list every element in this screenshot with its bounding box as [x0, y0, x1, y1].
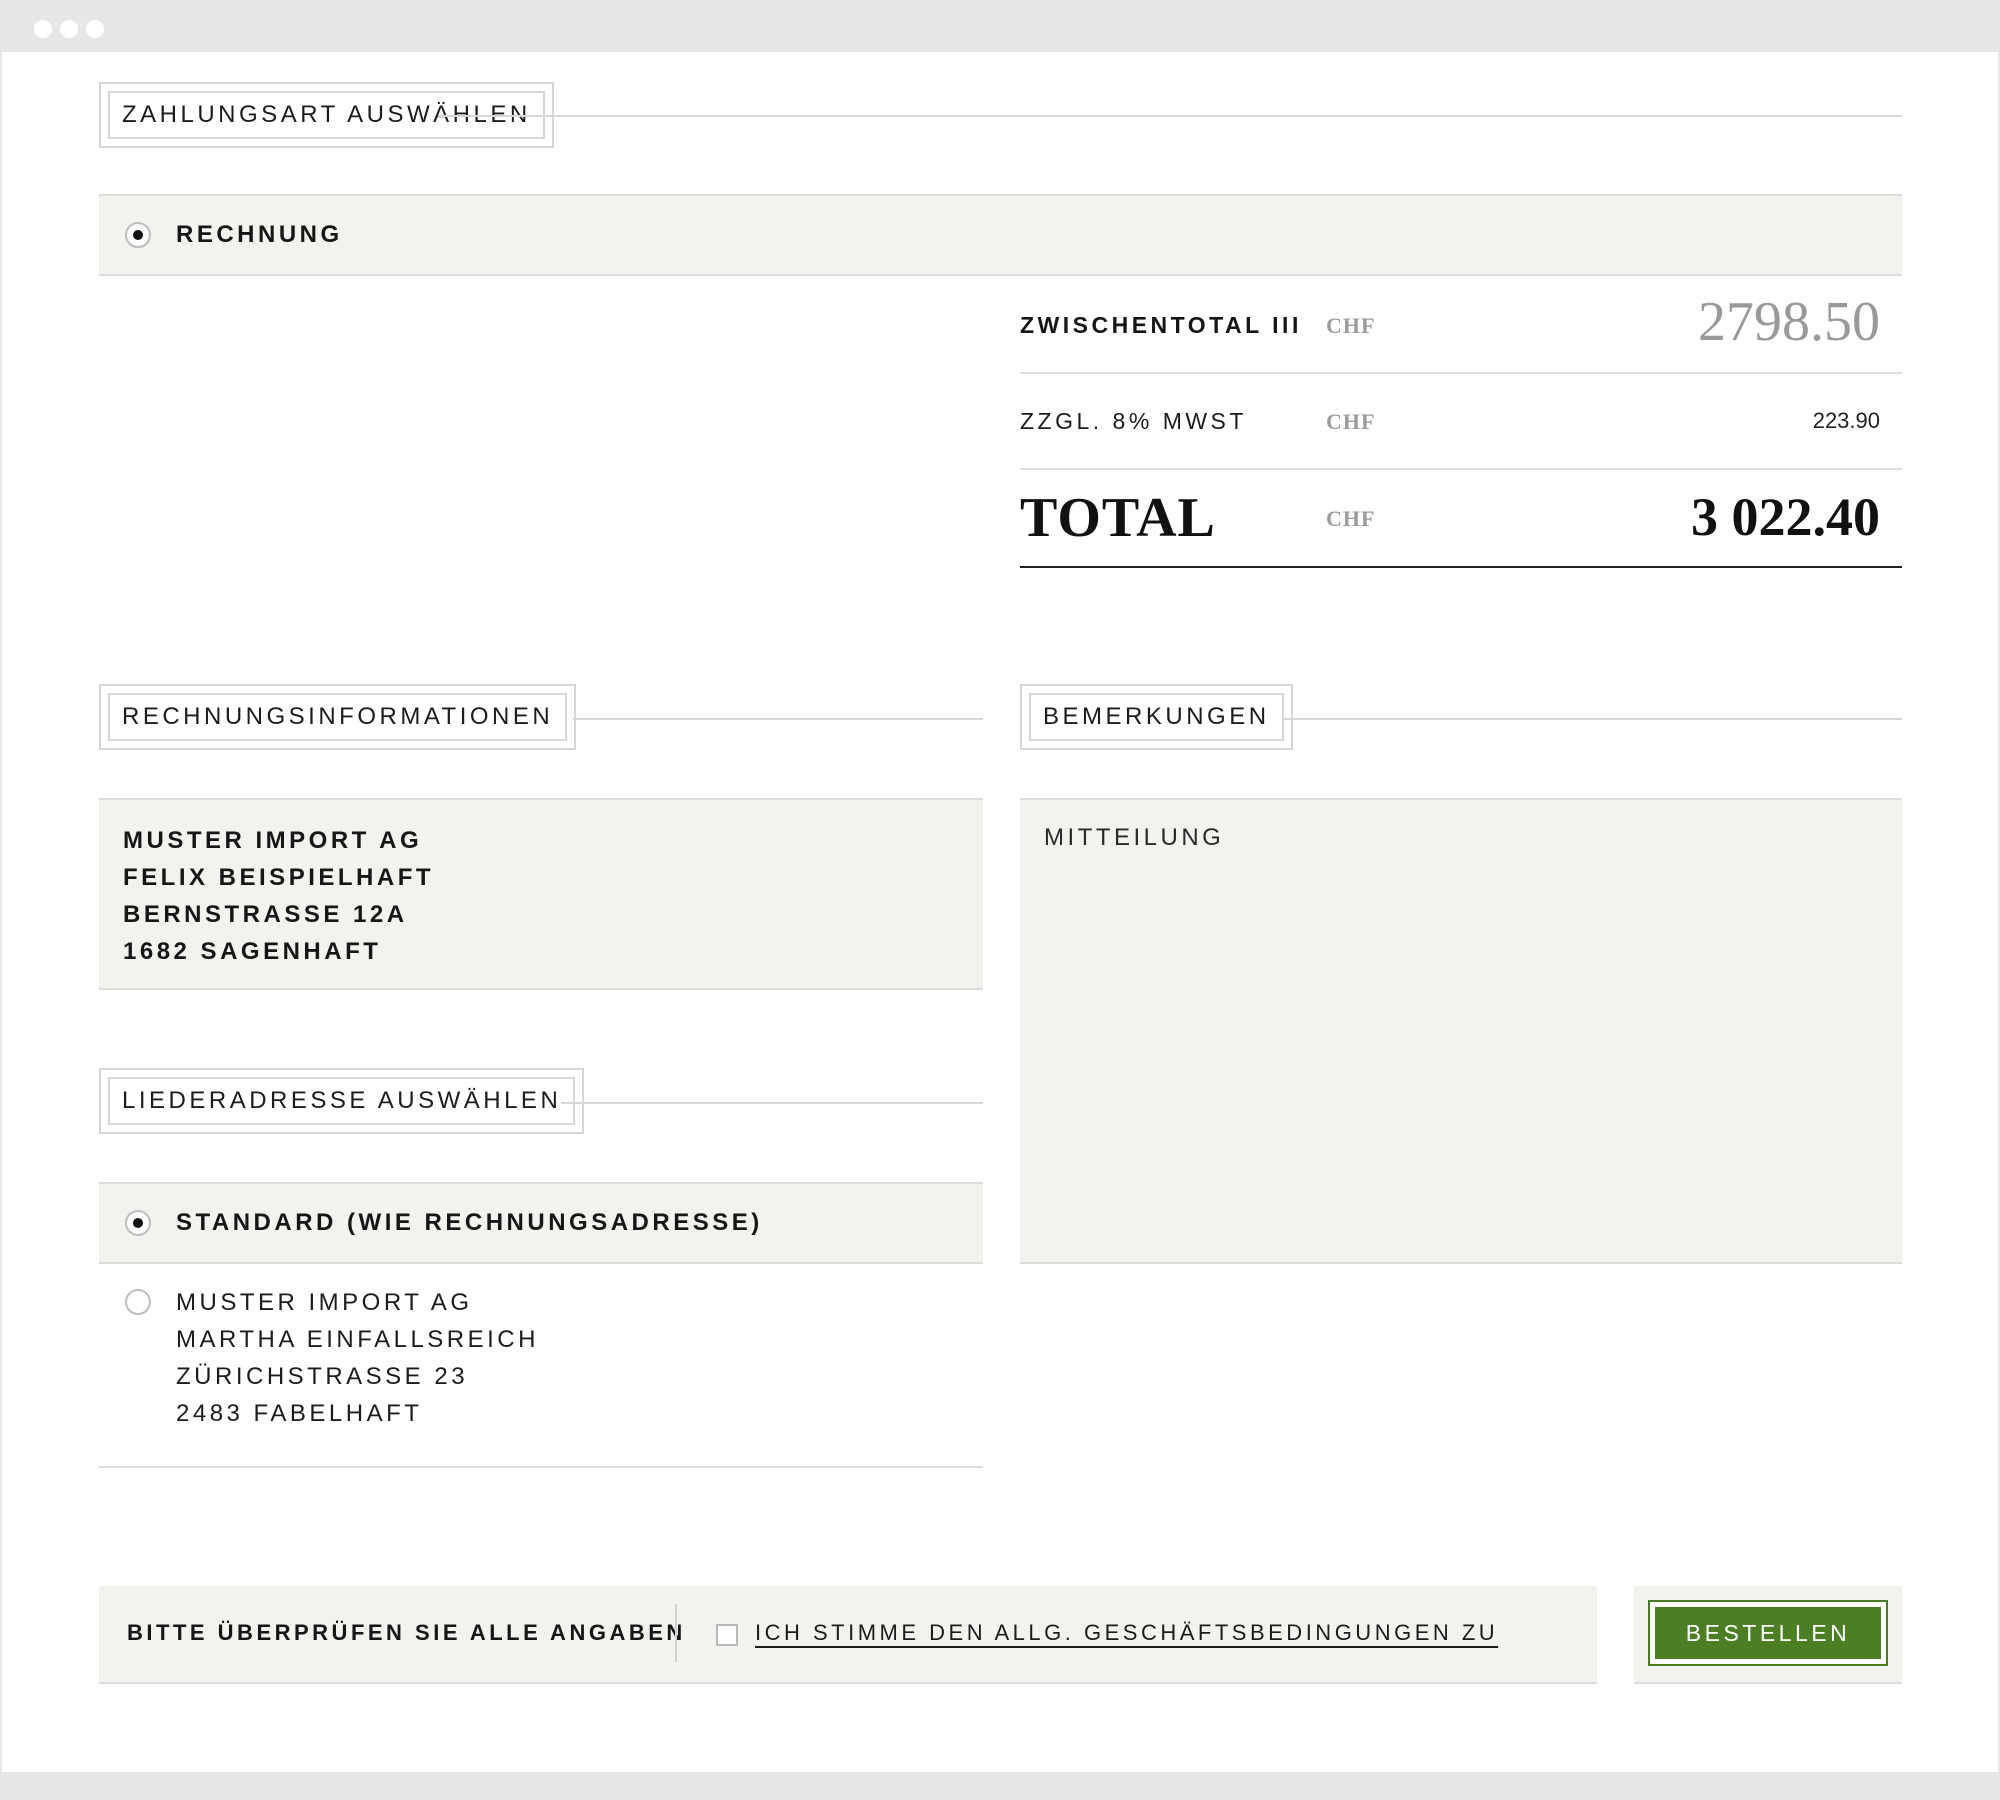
subtotal-row: Zwischentotal III CHF 2798.50 — [1020, 278, 1902, 374]
billing-address-box: Muster Import AG Felix Beispielhaft Bern… — [99, 798, 983, 990]
delivery-section-title: Liederadresse auswählen — [99, 1068, 585, 1134]
subtotal-label: Zwischentotal III — [1020, 312, 1302, 338]
check-notice: Bitte überprüfen Sie alle Angaben — [127, 1620, 686, 1645]
payment-radio[interactable] — [125, 222, 151, 248]
checkout-page: Zahlungsart auswählen Rechnung Zwischent… — [2, 52, 1998, 1772]
vat-currency: CHF — [1326, 409, 1376, 434]
billing-line-street: Bernstrasse 12A — [123, 901, 408, 928]
subtotal-value: 2798.50 — [1698, 291, 1880, 353]
subtotal-currency: CHF — [1326, 313, 1376, 338]
remarks-section-title-text: Bemerkungen — [1029, 693, 1284, 741]
vat-row: zzgl. 8% MWST CHF 223.90 — [1020, 374, 1902, 470]
window-dot-icon — [60, 20, 78, 38]
divider — [438, 115, 1902, 117]
delivery-line-street: Zürichstrasse 23 — [176, 1363, 469, 1390]
total-currency: CHF — [1326, 506, 1376, 531]
billing-section-title: Rechnungsinformationen — [99, 684, 577, 750]
payment-option-label: Rechnung — [176, 221, 343, 248]
delivery-alternative-radio[interactable] — [125, 1289, 151, 1315]
total-row: TOTAL CHF 3 022.40 — [1020, 470, 1902, 568]
delivery-line-city: 2483 Fabelhaft — [176, 1400, 423, 1427]
terms-link[interactable]: Ich stimme den allg. Geschäftsbedingunge… — [755, 1620, 1498, 1646]
total-label: TOTAL — [1020, 487, 1216, 549]
order-button-container: Bestellen — [1634, 1586, 1902, 1684]
delivery-option-alternative[interactable]: Muster Import AG Martha Einfallsreich Zü… — [99, 1264, 983, 1468]
divider — [561, 1102, 983, 1104]
delivery-line-company: Muster Import AG — [176, 1289, 473, 1316]
total-value: 3 022.40 — [1691, 487, 1880, 547]
billing-line-company: Muster Import AG — [123, 827, 423, 854]
vat-value: 223.90 — [1812, 408, 1880, 433]
billing-line-name: Felix Beispielhaft — [123, 864, 435, 891]
delivery-standard-radio[interactable] — [125, 1210, 151, 1236]
delivery-section-title-text: Liederadresse auswählen — [108, 1077, 576, 1125]
order-button[interactable]: Bestellen — [1655, 1607, 1881, 1659]
billing-address: Muster Import AG Felix Beispielhaft Bern… — [123, 822, 434, 970]
vat-label: zzgl. 8% MWST — [1020, 408, 1247, 434]
remarks-section-title: Bemerkungen — [1020, 684, 1293, 750]
billing-line-city: 1682 Sagenhaft — [123, 938, 382, 965]
remarks-textarea[interactable]: Mitteilung — [1020, 798, 1902, 1264]
remarks-placeholder: Mitteilung — [1044, 824, 1225, 851]
divider — [573, 718, 983, 720]
delivery-line-name: Martha Einfallsreich — [176, 1326, 539, 1353]
window-dot-icon — [86, 20, 104, 38]
terms-checkbox[interactable] — [716, 1624, 738, 1646]
divider — [675, 1604, 677, 1662]
payment-option-rechnung[interactable]: Rechnung — [99, 194, 1902, 276]
delivery-standard-label: Standard (wie Rechnungsadresse) — [176, 1209, 763, 1236]
billing-section-title-text: Rechnungsinformationen — [108, 693, 568, 741]
window-dot-icon — [34, 20, 52, 38]
window-titlebar — [0, 0, 2000, 52]
delivery-option-standard[interactable]: Standard (wie Rechnungsadresse) — [99, 1182, 983, 1264]
delivery-alternative-address: Muster Import AG Martha Einfallsreich Zü… — [176, 1284, 539, 1432]
footer-bar: Bitte überprüfen Sie alle Angaben Ich st… — [99, 1586, 1597, 1684]
divider — [1284, 718, 1902, 720]
order-button-frame: Bestellen — [1648, 1600, 1888, 1666]
